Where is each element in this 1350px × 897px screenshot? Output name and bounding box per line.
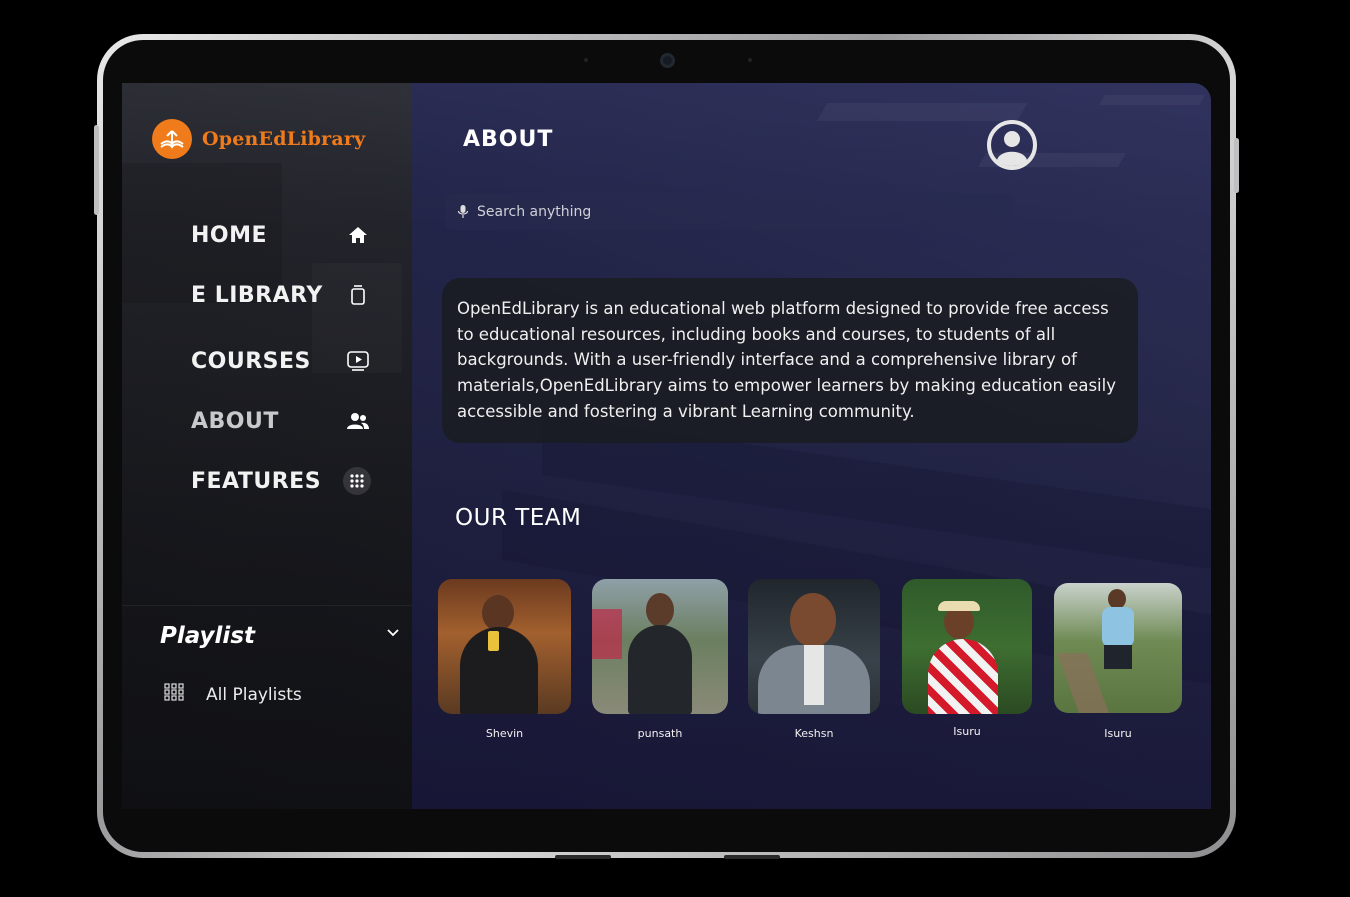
- photo-figure: [482, 595, 514, 631]
- photo-shirt: [804, 645, 824, 705]
- book-icon: [345, 282, 371, 308]
- photo-figure: [460, 627, 538, 714]
- team-member-card[interactable]: Shevin: [438, 579, 571, 740]
- photo-figure: [646, 593, 674, 627]
- about-card: OpenEdLibrary is an educational web plat…: [442, 278, 1138, 443]
- search-input[interactable]: [475, 202, 979, 221]
- search-bar[interactable]: [445, 193, 1013, 230]
- member-name: Keshsn: [794, 727, 834, 740]
- phone-icon: [488, 631, 499, 651]
- photo-figure: [1102, 607, 1134, 647]
- member-name: Isuru: [1104, 727, 1132, 740]
- book-logo-icon: [152, 119, 192, 159]
- cap-icon: [938, 601, 980, 611]
- sidebar-item-label: E LIBRARY: [191, 282, 323, 308]
- home-icon: [345, 222, 371, 248]
- brand-logo[interactable]: OpenEdLibrary: [152, 119, 365, 159]
- chevron-down-icon[interactable]: [384, 623, 402, 641]
- sidebar-item-features[interactable]: FEATURES: [191, 463, 371, 499]
- playlist-item-all[interactable]: All Playlists: [164, 683, 302, 706]
- sidebar-item-label: COURSES: [191, 348, 311, 374]
- user-avatar-icon[interactable]: [985, 118, 1039, 172]
- app-screen: OpenEdLibrary HOME E LIBRARY COURSES ABO…: [122, 83, 1211, 809]
- member-photo: [902, 579, 1032, 714]
- team-member-card[interactable]: Keshsn: [748, 579, 880, 740]
- page-title: ABOUT: [463, 127, 554, 152]
- team-member-card[interactable]: Isuru: [902, 579, 1032, 738]
- sidebar-item-courses[interactable]: COURSES: [191, 343, 371, 379]
- video-play-icon: [345, 348, 371, 374]
- sidebar-item-label: HOME: [191, 222, 268, 248]
- photo-path: [1057, 653, 1109, 713]
- team-member-card[interactable]: punsath: [592, 579, 728, 740]
- brand-name: OpenEdLibrary: [202, 128, 366, 150]
- device-foot: [555, 855, 611, 859]
- sidebar-item-about[interactable]: ABOUT: [191, 403, 371, 439]
- member-photo: [592, 579, 728, 714]
- photo-figure: [628, 625, 692, 714]
- member-photo: [748, 579, 880, 714]
- grid-small-icon: [164, 683, 184, 706]
- photo-figure: [1108, 589, 1126, 609]
- team-member-card[interactable]: Isuru: [1054, 579, 1182, 740]
- grid-icon: [343, 467, 371, 495]
- users-icon: [345, 408, 371, 434]
- side-button-right: [1234, 138, 1239, 193]
- playlist-title[interactable]: Playlist: [160, 623, 255, 649]
- playlist-divider: [122, 605, 412, 606]
- about-description: OpenEdLibrary is an educational web plat…: [457, 299, 1116, 421]
- photo-figure: [790, 593, 836, 647]
- microphone-icon[interactable]: [457, 204, 469, 220]
- sidebar-item-home[interactable]: HOME: [191, 217, 371, 253]
- member-photo: [438, 579, 571, 714]
- member-name: Isuru: [953, 725, 981, 738]
- sidebar-item-e-library[interactable]: E LIBRARY: [191, 277, 371, 313]
- team-title: OUR TEAM: [455, 505, 582, 531]
- front-camera-icon: [660, 53, 675, 68]
- member-name: punsath: [637, 727, 683, 740]
- device-foot: [724, 855, 780, 859]
- sensor-dot: [584, 58, 588, 62]
- member-name: Shevin: [485, 727, 524, 740]
- photo-shorts: [1104, 645, 1132, 669]
- side-button-left: [94, 125, 99, 215]
- sensor-dot: [748, 58, 752, 62]
- photo-background-figure: [592, 609, 622, 659]
- sidebar-item-label: FEATURES: [191, 468, 322, 494]
- sidebar: OpenEdLibrary HOME E LIBRARY COURSES ABO…: [122, 83, 412, 809]
- photo-figure: [928, 639, 998, 714]
- member-photo: [1054, 583, 1182, 713]
- sidebar-item-label: ABOUT: [191, 408, 279, 434]
- playlist-item-label: All Playlists: [206, 684, 302, 705]
